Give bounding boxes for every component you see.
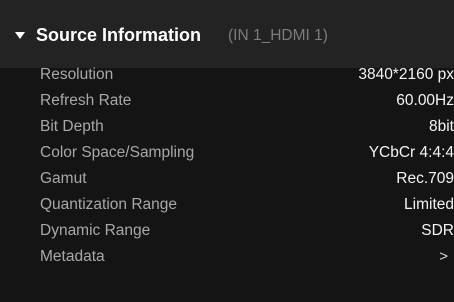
- color-space-label: Color Space/Sampling: [40, 144, 195, 161]
- resolution-value: 3840*2160 px: [358, 66, 454, 83]
- info-row-color-space: Color Space/Sampling YCbCr 4:4:4: [0, 140, 454, 166]
- info-rows: Resolution 3840*2160 px Refresh Rate 60.…: [0, 62, 454, 270]
- source-information-header[interactable]: Source Information (IN 1_HDMI 1): [0, 0, 454, 68]
- dynamic-range-label: Dynamic Range: [40, 222, 151, 239]
- info-row-refresh-rate: Refresh Rate 60.00Hz: [0, 88, 454, 114]
- quantization-range-value: Limited: [404, 196, 454, 213]
- bit-depth-value: 8bit: [429, 118, 454, 135]
- info-row-bit-depth: Bit Depth 8bit: [0, 114, 454, 140]
- section-subtitle: (IN 1_HDMI 1): [228, 27, 328, 44]
- gamut-value: Rec.709: [396, 170, 454, 187]
- resolution-label: Resolution: [40, 66, 114, 83]
- info-row-dynamic-range: Dynamic Range SDR: [0, 218, 454, 244]
- caret-down-icon[interactable]: [15, 32, 25, 39]
- bit-depth-label: Bit Depth: [40, 118, 104, 135]
- info-row-quantization-range: Quantization Range Limited: [0, 192, 454, 218]
- quantization-range-label: Quantization Range: [40, 196, 178, 213]
- gamut-label: Gamut: [40, 170, 87, 187]
- info-row-gamut: Gamut Rec.709: [0, 166, 454, 192]
- chevron-right-icon[interactable]: >: [439, 248, 448, 265]
- refresh-rate-value: 60.00Hz: [396, 92, 454, 109]
- source-information-panel: Source Information (IN 1_HDMI 1) Resolut…: [0, 0, 454, 302]
- refresh-rate-label: Refresh Rate: [40, 92, 132, 109]
- info-row-metadata[interactable]: Metadata >: [0, 244, 454, 270]
- color-space-value: YCbCr 4:4:4: [368, 144, 454, 161]
- info-row-resolution: Resolution 3840*2160 px: [0, 62, 454, 88]
- dynamic-range-value: SDR: [421, 222, 454, 239]
- metadata-label: Metadata: [40, 248, 105, 265]
- section-title: Source Information: [36, 25, 202, 45]
